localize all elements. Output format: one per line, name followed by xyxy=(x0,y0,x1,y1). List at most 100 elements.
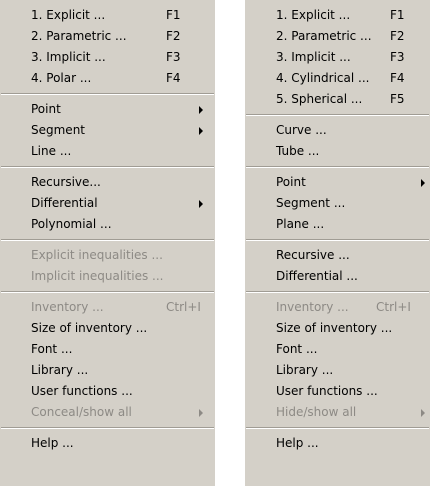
menu-item-help[interactable]: Help ... xyxy=(245,433,430,454)
shortcut-label: F3 xyxy=(166,50,181,64)
menu-item-label: Font ... xyxy=(31,342,73,356)
menu-item-label: Segment xyxy=(31,123,85,137)
menu-item-label: 3. Implicit ... xyxy=(31,50,106,64)
menu-item-label: 2. Parametric ... xyxy=(31,29,127,43)
shortcut-label: F2 xyxy=(166,29,181,43)
submenu-arrow-icon xyxy=(421,179,425,187)
menu-item-recursive[interactable]: Recursive ... xyxy=(245,245,430,266)
menu-separator xyxy=(245,235,430,245)
menu-item-explicit-inequalities: Explicit inequalities ... xyxy=(0,245,215,266)
shortcut-label: F2 xyxy=(390,29,405,43)
menu-item-label: Tube ... xyxy=(276,144,320,158)
menu-item-differential[interactable]: Differential xyxy=(0,193,215,214)
menu-item-label: Plane ... xyxy=(276,217,325,231)
menu-item-font[interactable]: Font ... xyxy=(0,339,215,360)
menu-item-point[interactable]: Point xyxy=(0,99,215,120)
menu-item-label: Help ... xyxy=(31,436,74,450)
menu-item-4-cylindrical[interactable]: 4. Cylindrical ... F4 xyxy=(245,68,430,89)
menu-item-line[interactable]: Line ... xyxy=(0,141,215,162)
menu-item-label: Line ... xyxy=(31,144,72,158)
menu-item-3-implicit[interactable]: 3. Implicit ... F3 xyxy=(245,47,430,68)
menu-item-inventory: Inventory ... Ctrl+I xyxy=(245,297,430,318)
menu-item-segment[interactable]: Segment ... xyxy=(245,193,430,214)
menu-item-library[interactable]: Library ... xyxy=(245,360,430,381)
menu-item-size-of-inventory[interactable]: Size of inventory ... xyxy=(0,318,215,339)
menu-separator xyxy=(245,110,430,120)
menu-item-size-of-inventory[interactable]: Size of inventory ... xyxy=(245,318,430,339)
menu-item-segment[interactable]: Segment xyxy=(0,120,215,141)
menu-item-label: Point xyxy=(276,175,306,189)
menu-item-1-explicit[interactable]: 1. Explicit ... F1 xyxy=(245,5,430,26)
submenu-arrow-icon xyxy=(199,106,203,114)
menu-item-label: Implicit inequalities ... xyxy=(31,269,164,283)
menu-item-polynomial[interactable]: Polynomial ... xyxy=(0,214,215,235)
menu-item-library[interactable]: Library ... xyxy=(0,360,215,381)
menu-item-label: Library ... xyxy=(31,363,89,377)
menu-item-recursive[interactable]: Recursive... xyxy=(0,172,215,193)
menu-item-label: 5. Spherical ... xyxy=(276,92,363,106)
menu-item-implicit-inequalities: Implicit inequalities ... xyxy=(0,266,215,287)
menu-item-4-polar[interactable]: 4. Polar ... F4 xyxy=(0,68,215,89)
menu-separator xyxy=(245,287,430,297)
shortcut-label: F4 xyxy=(166,71,181,85)
menu-item-user-functions[interactable]: User functions ... xyxy=(0,381,215,402)
menu-item-font[interactable]: Font ... xyxy=(245,339,430,360)
menu-item-plane[interactable]: Plane ... xyxy=(245,214,430,235)
menu-item-label: User functions ... xyxy=(276,384,378,398)
menu-item-label: Font ... xyxy=(276,342,318,356)
menu-item-3-implicit[interactable]: 3. Implicit ... F3 xyxy=(0,47,215,68)
menu-item-label: 1. Explicit ... xyxy=(31,8,106,22)
menu-item-user-functions[interactable]: User functions ... xyxy=(245,381,430,402)
menu-item-label: Recursive... xyxy=(31,175,101,189)
menu-item-label: Hide/show all xyxy=(276,405,357,419)
menu-item-label: Size of inventory ... xyxy=(31,321,148,335)
menu-item-label: Size of inventory ... xyxy=(276,321,393,335)
menu-item-5-spherical[interactable]: 5. Spherical ... F5 xyxy=(245,89,430,110)
menu-separator xyxy=(0,287,215,297)
menu-item-help[interactable]: Help ... xyxy=(0,433,215,454)
shortcut-label: F1 xyxy=(390,8,405,22)
shortcut-label: F3 xyxy=(390,50,405,64)
menu-item-label: Conceal/show all xyxy=(31,405,132,419)
menu-item-label: 3. Implicit ... xyxy=(276,50,351,64)
menu-item-label: User functions ... xyxy=(31,384,133,398)
menu-separator xyxy=(245,423,430,433)
menu-item-label: 2. Parametric ... xyxy=(276,29,372,43)
menu-item-2-parametric[interactable]: 2. Parametric ... F2 xyxy=(0,26,215,47)
menu-item-label: Curve ... xyxy=(276,123,327,137)
menu-item-label: 1. Explicit ... xyxy=(276,8,351,22)
menu-item-label: Inventory ... xyxy=(31,300,104,314)
menu-item-label: 4. Cylindrical ... xyxy=(276,71,370,85)
submenu-arrow-icon xyxy=(199,409,203,417)
graph-2d-menu: 1. Explicit ... F1 2. Parametric ... F2 3. I… xyxy=(0,0,215,486)
menu-item-label: Inventory ... xyxy=(276,300,349,314)
shortcut-label: F5 xyxy=(390,92,405,106)
menu-item-2-parametric[interactable]: 2. Parametric ... F2 xyxy=(245,26,430,47)
menu-separator xyxy=(0,423,215,433)
menu-item-curve[interactable]: Curve ... xyxy=(245,120,430,141)
graph-3d-menu: 1. Explicit ... F1 2. Parametric ... F2 3. I… xyxy=(245,0,430,486)
menu-separator xyxy=(0,89,215,99)
menu-separator xyxy=(245,162,430,172)
shortcut-label: F1 xyxy=(166,8,181,22)
menu-item-label: Explicit inequalities ... xyxy=(31,248,163,262)
menu-item-point[interactable]: Point xyxy=(245,172,430,193)
shortcut-label: Ctrl+I xyxy=(166,300,201,314)
menu-item-inventory: Inventory ... Ctrl+I xyxy=(0,297,215,318)
menu-item-label: Point xyxy=(31,102,61,116)
menu-item-1-explicit[interactable]: 1. Explicit ... F1 xyxy=(0,5,215,26)
menu-separator xyxy=(0,235,215,245)
menu-item-differential[interactable]: Differential ... xyxy=(245,266,430,287)
submenu-arrow-icon xyxy=(199,200,203,208)
menu-item-label: Differential xyxy=(31,196,98,210)
menu-item-conceal-show-all: Conceal/show all xyxy=(0,402,215,423)
menu-item-tube[interactable]: Tube ... xyxy=(245,141,430,162)
submenu-arrow-icon xyxy=(199,127,203,135)
submenu-arrow-icon xyxy=(421,409,425,417)
menu-item-hide-show-all: Hide/show all xyxy=(245,402,430,423)
menu-separator xyxy=(0,162,215,172)
menu-item-label: Differential ... xyxy=(276,269,358,283)
menu-item-label: Segment ... xyxy=(276,196,346,210)
shortcut-label: F4 xyxy=(390,71,405,85)
menu-item-label: 4. Polar ... xyxy=(31,71,92,85)
